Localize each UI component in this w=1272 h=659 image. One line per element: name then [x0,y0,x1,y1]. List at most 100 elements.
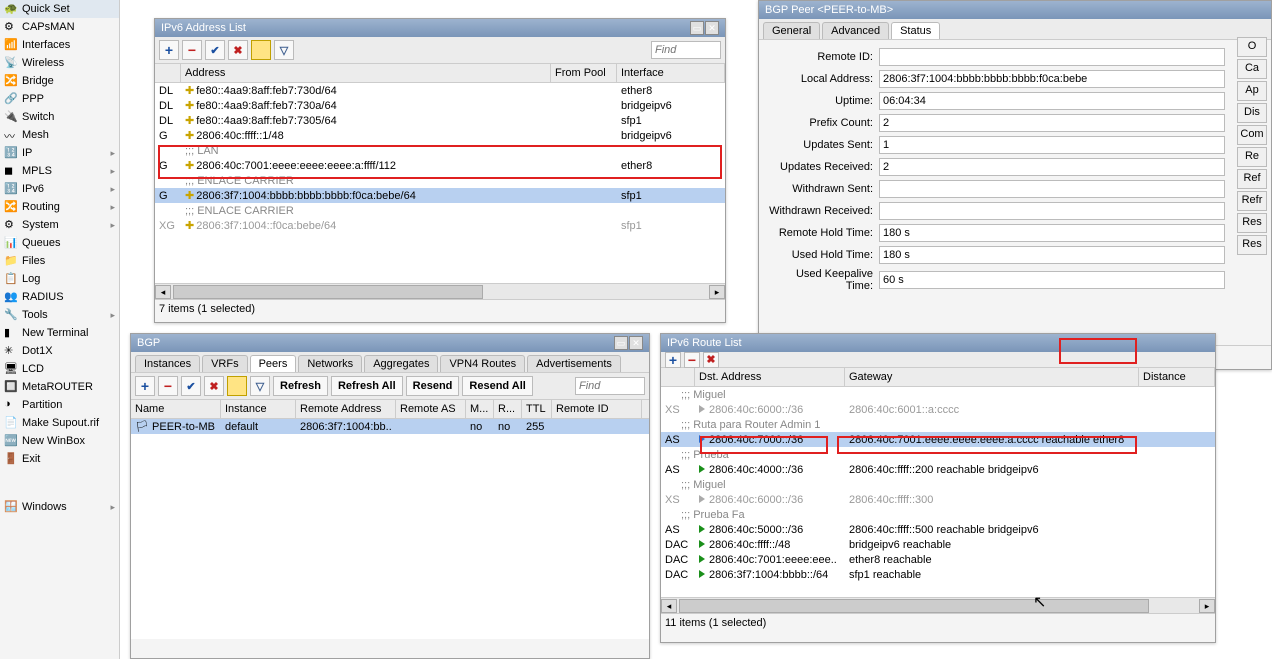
tab-advanced[interactable]: Advanced [822,22,889,39]
disable-button[interactable]: ✖ [228,40,248,60]
sidebar-item-windows[interactable]: 🪟Windows▸ [0,498,119,516]
sidebar-item-exit[interactable]: 🚪Exit [0,450,119,468]
sidebar-item-system[interactable]: ⚙System▸ [0,216,119,234]
close-button[interactable]: ✕ [705,21,719,35]
side-button[interactable]: Dis [1237,103,1267,123]
sidebar-item-metarouter[interactable]: 🔲MetaROUTER [0,378,119,396]
remove-button[interactable]: − [182,40,202,60]
col-address[interactable]: Address [181,64,551,82]
col-remote-id[interactable]: Remote ID [552,400,642,418]
tab-aggregates[interactable]: Aggregates [364,355,438,372]
tab-peers[interactable]: Peers [250,355,297,372]
sidebar-item-mpls[interactable]: ◼MPLS▸ [0,162,119,180]
sidebar-item-new-winbox[interactable]: 🆕New WinBox [0,432,119,450]
sidebar-item-files[interactable]: 📁Files [0,252,119,270]
side-button[interactable]: Refr [1237,191,1267,211]
find-input[interactable] [575,377,645,395]
sidebar-item-log[interactable]: 📋Log [0,270,119,288]
sidebar-item-queues[interactable]: 📊Queues [0,234,119,252]
add-button[interactable]: + [665,352,681,368]
side-button[interactable]: Re [1237,147,1267,167]
sidebar-item-radius[interactable]: 👥RADIUS [0,288,119,306]
sidebar-item-ppp[interactable]: 🔗PPP [0,90,119,108]
address-row[interactable]: G✚2806:3f7:1004:bbbb:bbbb:bbbb:f0ca:bebe… [155,188,725,203]
tab-general[interactable]: General [763,22,820,39]
sidebar-item-quick-set[interactable]: 🐢Quick Set [0,0,119,18]
address-row[interactable]: G✚2806:40c:ffff::1/48bridgeipv6 [155,128,725,143]
side-button[interactable]: Ap [1237,81,1267,101]
grid-body[interactable]: 🏳 PEER-to-MB default 2806:3f7:1004:bb.. … [131,419,649,639]
sidebar-item-dot1x[interactable]: ✳Dot1X [0,342,119,360]
tab-advertisements[interactable]: Advertisements [527,355,621,372]
route-row[interactable]: XS2806:40c:6000::/362806:40c:ffff::300 [661,492,1215,507]
route-row[interactable]: AS2806:40c:7000::/362806:40c:7001:eeee:e… [661,432,1215,447]
col-interface[interactable]: Interface [617,64,725,82]
comment-button[interactable] [251,40,271,60]
enable-button[interactable]: ✔ [181,376,201,396]
tab-networks[interactable]: Networks [298,355,362,372]
hscrollbar[interactable]: ◂▸ [155,283,725,299]
side-button[interactable]: Ref [1237,169,1267,189]
sidebar-item-ip[interactable]: 🔢IP▸ [0,144,119,162]
address-row[interactable]: DL✚fe80::4aa9:8aff:feb7:730a/64bridgeipv… [155,98,725,113]
tab-vrfs[interactable]: VRFs [202,355,248,372]
address-row[interactable]: DL✚fe80::4aa9:8aff:feb7:7305/64sfp1 [155,113,725,128]
col-r-[interactable]: R... [494,400,522,418]
add-button[interactable]: + [159,40,179,60]
minimize-button[interactable]: ▭ [690,21,704,35]
sidebar-item-routing[interactable]: 🔀Routing▸ [0,198,119,216]
sidebar-item-lcd[interactable]: 🖥LCD [0,360,119,378]
filter-button[interactable]: ▽ [250,376,270,396]
resend-button[interactable]: Resend [406,376,460,396]
window-titlebar[interactable]: BGP ▭ ✕ [131,334,649,352]
side-button[interactable]: Com [1237,125,1267,145]
sidebar-item-tools[interactable]: 🔧Tools▸ [0,306,119,324]
hscrollbar[interactable]: ◂▸ [661,597,1215,613]
address-row[interactable]: XG✚2806:3f7:1004::f0ca:bebe/64sfp1 [155,218,725,233]
col-pool[interactable]: From Pool [551,64,617,82]
address-row[interactable]: G✚2806:40c:7001:eeee:eeee:eeee:a:ffff/11… [155,158,725,173]
remove-button[interactable]: − [158,376,178,396]
col-ttl[interactable]: TTL [522,400,552,418]
grid-body[interactable]: DL✚fe80::4aa9:8aff:feb7:730d/64ether8DL✚… [155,83,725,283]
side-button[interactable]: Ca [1237,59,1267,79]
col-instance[interactable]: Instance [221,400,296,418]
refresh-all-button[interactable]: Refresh All [331,376,403,396]
address-row[interactable]: DL✚fe80::4aa9:8aff:feb7:730d/64ether8 [155,83,725,98]
disable-button[interactable]: ✖ [204,376,224,396]
resend-all-button[interactable]: Resend All [462,376,532,396]
col-name[interactable]: Name [131,400,221,418]
sidebar-item-new-terminal[interactable]: ▮New Terminal [0,324,119,342]
comment-button[interactable] [227,376,247,396]
enable-button[interactable]: ✔ [205,40,225,60]
tab-instances[interactable]: Instances [135,355,200,372]
window-titlebar[interactable]: IPv6 Address List ▭ ✕ [155,19,725,37]
sidebar-item-mesh[interactable]: 〰Mesh [0,126,119,144]
side-button[interactable]: Res [1237,235,1267,255]
disable-button[interactable]: ✖ [703,352,719,368]
remove-button[interactable]: − [684,352,700,368]
tab-vpn4-routes[interactable]: VPN4 Routes [440,355,525,372]
sidebar-item-interfaces[interactable]: 📶Interfaces [0,36,119,54]
side-button[interactable]: Res [1237,213,1267,233]
window-titlebar[interactable]: BGP Peer <PEER-to-MB> [759,1,1271,19]
route-row[interactable]: AS2806:40c:5000::/362806:40c:ffff::500 r… [661,522,1215,537]
refresh-button[interactable]: Refresh [273,376,328,396]
col-remote-as[interactable]: Remote AS [396,400,466,418]
peer-row[interactable]: 🏳 PEER-to-MB default 2806:3f7:1004:bb.. … [131,419,649,434]
col-dst[interactable]: Dst. Address [695,368,845,386]
grid-body[interactable]: ;;; MiguelXS2806:40c:6000::/362806:40c:6… [661,387,1215,597]
sidebar-item-switch[interactable]: 🔌Switch [0,108,119,126]
sidebar-item-wireless[interactable]: 📡Wireless [0,54,119,72]
route-row[interactable]: AS2806:40c:4000::/362806:40c:ffff::200 r… [661,462,1215,477]
sidebar-item-bridge[interactable]: 🔀Bridge [0,72,119,90]
minimize-button[interactable]: ▭ [614,336,628,350]
filter-button[interactable]: ▽ [274,40,294,60]
tab-status[interactable]: Status [891,22,940,39]
col-distance[interactable]: Distance [1139,368,1215,386]
col-m-[interactable]: M... [466,400,494,418]
sidebar-item-make-supout.rif[interactable]: 📄Make Supout.rif [0,414,119,432]
col-gateway[interactable]: Gateway [845,368,1139,386]
sidebar-item-partition[interactable]: ◑Partition [0,396,119,414]
route-row[interactable]: DAC2806:3f7:1004:bbbb::/64sfp1 reachable [661,567,1215,582]
